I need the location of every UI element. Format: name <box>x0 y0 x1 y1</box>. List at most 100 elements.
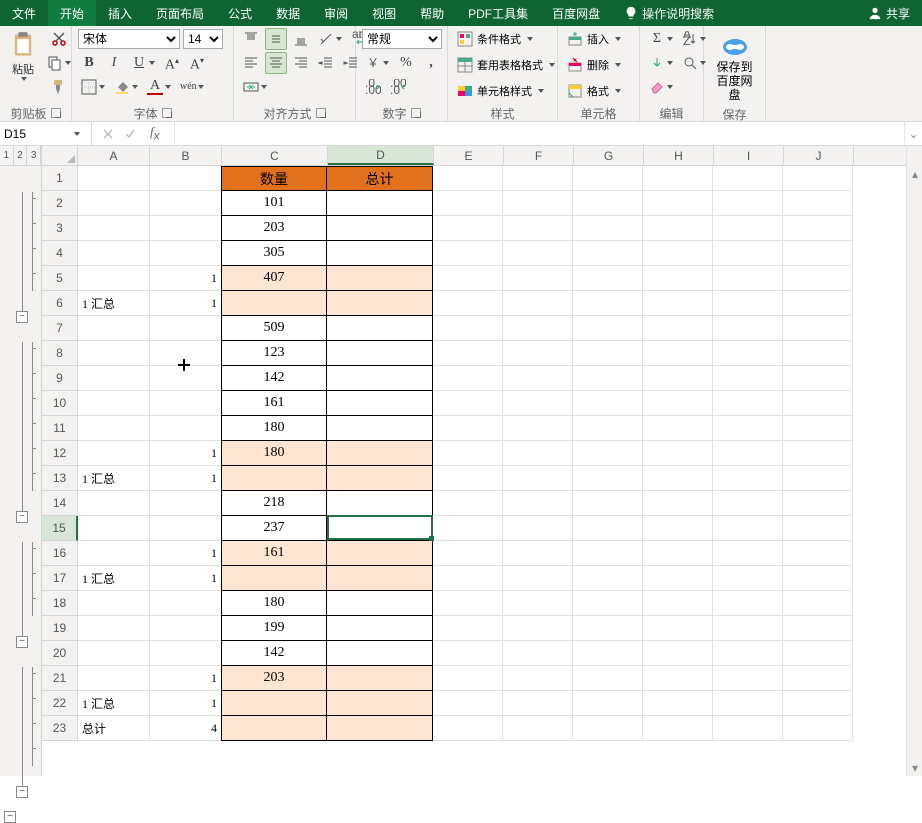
row-header[interactable]: 13 <box>42 466 78 491</box>
cell[interactable] <box>433 316 503 341</box>
cell[interactable] <box>713 666 783 691</box>
cell[interactable] <box>713 166 783 191</box>
row-header[interactable]: 20 <box>42 641 78 666</box>
share-button[interactable]: 共享 <box>856 0 922 26</box>
expand-formula-bar-button[interactable]: ⌄ <box>904 122 922 145</box>
cell[interactable] <box>503 716 573 741</box>
cell[interactable] <box>713 591 783 616</box>
cell[interactable] <box>643 616 713 641</box>
cell[interactable] <box>573 566 643 591</box>
orientation-button[interactable] <box>315 28 345 50</box>
col-header-C[interactable]: C <box>222 146 328 165</box>
cell[interactable] <box>433 591 503 616</box>
format-as-table-button[interactable]: 套用表格格式 <box>454 54 558 76</box>
align-top-button[interactable] <box>240 28 262 50</box>
accounting-format-button[interactable]: ￥ <box>362 52 392 74</box>
outline-level-2[interactable]: 2 <box>14 146 28 165</box>
cell[interactable]: 305 <box>221 241 327 266</box>
cell[interactable] <box>783 291 853 316</box>
cell[interactable] <box>503 166 573 191</box>
cell[interactable] <box>783 591 853 616</box>
cell[interactable] <box>327 291 433 316</box>
cell[interactable] <box>503 466 573 491</box>
cell[interactable] <box>221 566 327 591</box>
cell[interactable] <box>150 516 222 541</box>
cell[interactable] <box>573 616 643 641</box>
cell[interactable] <box>78 666 150 691</box>
cell[interactable] <box>327 416 433 441</box>
cell[interactable] <box>327 441 433 466</box>
cell[interactable]: 180 <box>221 591 327 616</box>
tab-formulas[interactable]: 公式 <box>216 0 264 26</box>
italic-button[interactable]: I <box>103 53 125 73</box>
grid[interactable]: A B C D E F G H I J 1数量总计210132034305514… <box>42 146 906 776</box>
cell[interactable]: 1 汇总 <box>78 566 150 591</box>
cell[interactable] <box>327 491 433 516</box>
tab-view[interactable]: 视图 <box>360 0 408 26</box>
col-header-E[interactable]: E <box>434 146 504 165</box>
cell[interactable] <box>573 716 643 741</box>
cell[interactable] <box>433 266 503 291</box>
font-name-select[interactable]: 宋体 <box>78 29 180 49</box>
cell[interactable] <box>643 316 713 341</box>
cell[interactable]: 1 <box>150 266 222 291</box>
outline-collapse-button[interactable]: − <box>16 511 28 523</box>
cell[interactable] <box>150 341 222 366</box>
cell[interactable]: 199 <box>221 616 327 641</box>
cell[interactable] <box>713 691 783 716</box>
cell[interactable]: 407 <box>221 266 327 291</box>
cell[interactable] <box>573 241 643 266</box>
cell[interactable] <box>783 541 853 566</box>
cell[interactable] <box>503 566 573 591</box>
cell[interactable] <box>150 591 222 616</box>
cell[interactable] <box>327 341 433 366</box>
number-format-select[interactable]: 常规 <box>362 29 442 49</box>
enter-formula-icon[interactable] <box>124 128 136 140</box>
row-header[interactable]: 14 <box>42 491 78 516</box>
merge-center-button[interactable] <box>240 76 270 98</box>
autosum-button[interactable]: Σ <box>646 29 676 49</box>
cell[interactable] <box>433 566 503 591</box>
cell[interactable] <box>643 291 713 316</box>
cell[interactable] <box>713 466 783 491</box>
row-header[interactable]: 17 <box>42 566 78 591</box>
cell[interactable] <box>327 566 433 591</box>
cell[interactable] <box>433 291 503 316</box>
col-header-D[interactable]: D <box>328 146 434 165</box>
dialog-launcher-icon[interactable] <box>411 108 421 118</box>
cell[interactable] <box>643 341 713 366</box>
cell[interactable] <box>327 616 433 641</box>
cell-styles-button[interactable]: 单元格样式 <box>454 80 547 102</box>
cell[interactable] <box>433 641 503 666</box>
cell[interactable] <box>713 366 783 391</box>
row-header[interactable]: 21 <box>42 666 78 691</box>
align-left-button[interactable] <box>240 52 262 74</box>
cell[interactable] <box>783 516 853 541</box>
fx-icon[interactable]: fx <box>146 124 164 143</box>
cell[interactable] <box>713 266 783 291</box>
row-header[interactable]: 18 <box>42 591 78 616</box>
formula-input[interactable] <box>175 122 904 145</box>
delete-cells-button[interactable]: 删除 <box>564 54 624 76</box>
cell[interactable] <box>150 491 222 516</box>
cell[interactable]: 180 <box>221 416 327 441</box>
row-header[interactable]: 12 <box>42 441 78 466</box>
cell[interactable] <box>78 241 150 266</box>
cell[interactable]: 1 汇总 <box>78 291 150 316</box>
cell[interactable] <box>503 666 573 691</box>
cell[interactable] <box>643 641 713 666</box>
row-header[interactable]: 9 <box>42 366 78 391</box>
cell[interactable] <box>433 666 503 691</box>
cell[interactable] <box>327 691 433 716</box>
cell[interactable] <box>643 241 713 266</box>
row-header[interactable]: 2 <box>42 191 78 216</box>
cell[interactable] <box>643 216 713 241</box>
cell[interactable]: 数量 <box>221 166 327 191</box>
cell[interactable] <box>150 191 222 216</box>
cell[interactable]: 180 <box>221 441 327 466</box>
cell[interactable] <box>503 241 573 266</box>
cell[interactable] <box>327 366 433 391</box>
bold-button[interactable]: B <box>78 53 100 73</box>
cell[interactable] <box>327 716 433 741</box>
outline-pane[interactable]: 1 2 3 −−−−− <box>0 146 42 776</box>
